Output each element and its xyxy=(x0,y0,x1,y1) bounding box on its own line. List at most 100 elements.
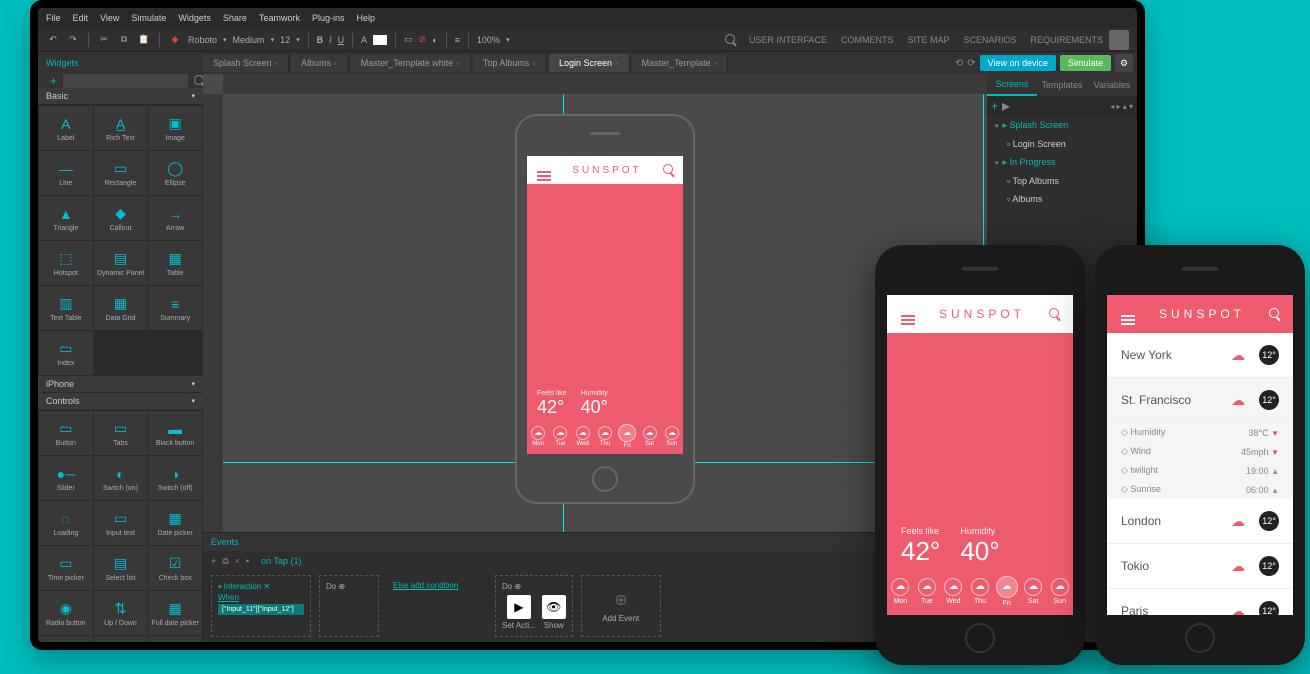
align-button[interactable]: ≡ xyxy=(455,35,460,45)
widget-rectangle[interactable]: ▭Rectangle xyxy=(94,151,148,195)
opacity-button[interactable]: ◐ xyxy=(432,35,437,45)
condition-chip[interactable]: ["Input_11"]["Input_12"] xyxy=(218,604,304,615)
widget-black-button[interactable]: ▬Black button xyxy=(148,411,202,455)
city-row[interactable]: St. Francisco☁12° xyxy=(1107,378,1293,423)
nav-scenarios[interactable]: SCENARIOS xyxy=(963,35,1016,45)
event-action[interactable]: ▶Set Acti... xyxy=(502,595,536,630)
cut-icon[interactable]: ✂ xyxy=(97,33,111,47)
menu-share[interactable]: Share xyxy=(223,13,247,23)
else-add-condition[interactable]: Else add condition xyxy=(387,575,487,637)
widget-rich-text[interactable]: A̲Rich Text xyxy=(94,106,148,150)
add-event-icon[interactable]: + xyxy=(211,556,216,566)
folder-icon[interactable]: ▸ xyxy=(1002,96,1010,116)
widget-tabs[interactable]: ▭Tabs xyxy=(94,411,148,455)
nav-icons[interactable]: ◂ ▸ ▴ ▾ xyxy=(1110,102,1133,111)
panel-tab-templates[interactable]: Templates xyxy=(1037,74,1087,96)
search-icon[interactable] xyxy=(1049,305,1059,323)
nav-user-interface[interactable]: USER INTERFACE xyxy=(749,35,827,45)
widget-new-app-icon[interactable]: ●New app icon xyxy=(39,636,93,642)
widget-hotspot[interactable]: ⬚Hotspot xyxy=(39,241,93,285)
menu-plug-ins[interactable]: Plug-ins xyxy=(312,13,345,23)
interaction-label[interactable]: Interaction xyxy=(224,582,261,591)
no-border-button[interactable]: ⊘ xyxy=(419,34,427,45)
device-frame[interactable]: SUNSPOT Feels like42° Humidity40° ☁Mon☁T… xyxy=(515,114,695,504)
canvas-tab[interactable]: Master_Template white × xyxy=(351,54,471,72)
widget-input-text[interactable]: ▭Input text xyxy=(94,501,148,545)
widget-dynamic-panel[interactable]: ▤Dynamic Panel xyxy=(94,241,148,285)
widget-button[interactable]: ▭Button xyxy=(39,411,93,455)
redo-icon[interactable]: ↷ xyxy=(66,33,80,47)
canvas-tab[interactable]: Master_Template × xyxy=(632,54,729,72)
when-label[interactable]: When xyxy=(218,593,304,602)
tree-screen[interactable]: ▫ Top Albums xyxy=(987,172,1137,190)
menu-view[interactable]: View xyxy=(100,13,119,23)
forecast-day[interactable]: ☁Fri xyxy=(616,418,638,454)
event-trigger-tab[interactable]: on Tap (1) xyxy=(255,554,307,568)
canvas-tab[interactable]: Albums × xyxy=(291,54,349,72)
widget-context-menu[interactable]: ⊞Context menu xyxy=(94,636,148,642)
hamburger-icon[interactable] xyxy=(537,160,551,181)
canvas-tab[interactable]: Login Screen × xyxy=(549,54,630,72)
widget-label[interactable]: ALabel xyxy=(39,106,93,150)
widget-summary[interactable]: ≡Summary xyxy=(148,286,202,330)
forecast-day[interactable]: ☁Sat xyxy=(1020,567,1047,615)
size-select[interactable]: 12 xyxy=(280,35,290,45)
zoom-value[interactable]: 100% xyxy=(477,35,500,45)
menu-edit[interactable]: Edit xyxy=(73,13,89,23)
view-on-device-button[interactable]: View on device xyxy=(980,55,1056,71)
widget-map-pin[interactable]: 📍Map pin xyxy=(148,636,202,642)
city-row[interactable]: Tokio☁12° xyxy=(1107,544,1293,589)
tree-folder[interactable]: ▾ ▸ In Progress xyxy=(987,153,1137,172)
search-icon[interactable] xyxy=(725,34,735,46)
widget-loading[interactable]: ◌Loading xyxy=(39,501,93,545)
event-action[interactable]: 👁Show xyxy=(542,595,566,630)
hamburger-icon[interactable] xyxy=(901,304,915,325)
widget-check-box[interactable]: ☑Check box xyxy=(148,546,202,590)
widget-text-table[interactable]: ▥Text Table xyxy=(39,286,93,330)
fill-color-button[interactable] xyxy=(373,35,387,45)
italic-button[interactable]: I xyxy=(329,35,332,45)
user-avatar[interactable] xyxy=(1109,30,1129,50)
search-icon[interactable] xyxy=(663,163,673,177)
panel-tab-screens[interactable]: Screens xyxy=(987,74,1037,96)
widget-triangle[interactable]: ▲Triangle xyxy=(39,196,93,240)
widget-up-down[interactable]: ⇅Up / Down xyxy=(94,591,148,635)
weight-select[interactable]: Medium xyxy=(233,35,265,45)
add-widget-icon[interactable]: + xyxy=(50,74,57,88)
city-row[interactable]: Paris☁12° xyxy=(1107,589,1293,615)
text-color-button[interactable]: A xyxy=(361,35,367,45)
widget-date-picker[interactable]: ▦Date picker xyxy=(148,501,202,545)
widget-slider[interactable]: ●─Slider xyxy=(39,456,93,500)
forecast-day[interactable]: ☁Sun xyxy=(1046,567,1073,615)
menu-teamwork[interactable]: Teamwork xyxy=(259,13,300,23)
forecast-day[interactable]: ☁Sun xyxy=(661,418,683,454)
widget-time-picker[interactable]: ▭Time picker xyxy=(39,546,93,590)
design-canvas[interactable]: SUNSPOT Feels like42° Humidity40° ☁Mon☁T… xyxy=(527,156,683,454)
widget-search-input[interactable] xyxy=(63,74,188,88)
nav-site-map[interactable]: SITE MAP xyxy=(907,35,949,45)
widget-index[interactable]: ▭Index xyxy=(39,331,93,375)
settings-button[interactable]: ⚙ xyxy=(1115,54,1133,72)
widget-image[interactable]: ▣Image xyxy=(148,106,202,150)
panel-tab-variables[interactable]: Variables xyxy=(1087,74,1137,96)
forecast-day[interactable]: ☁Mon xyxy=(527,418,549,454)
menu-widgets[interactable]: Widgets xyxy=(178,13,211,23)
delete-event-icon[interactable]: × xyxy=(235,556,240,566)
nav-fwd-icon[interactable]: ⟳ xyxy=(967,58,975,69)
menu-file[interactable]: File xyxy=(46,13,61,23)
add-event-label[interactable]: Add Event xyxy=(602,614,639,623)
menu-simulate[interactable]: Simulate xyxy=(131,13,166,23)
forecast-day[interactable]: ☁Thu xyxy=(594,418,616,454)
widget-callout[interactable]: ◆Callout xyxy=(94,196,148,240)
add-screen-icon[interactable]: + xyxy=(991,99,998,113)
simulate-button[interactable]: Simulate xyxy=(1060,55,1111,71)
bold-button[interactable]: B xyxy=(317,35,324,45)
copy-icon[interactable]: ⧉ xyxy=(117,33,131,47)
nav-comments[interactable]: COMMENTS xyxy=(841,35,894,45)
border-button[interactable]: ▭ xyxy=(404,34,413,45)
nav-back-icon[interactable]: ⟲ xyxy=(955,58,963,69)
search-icon[interactable] xyxy=(194,75,203,88)
city-row[interactable]: New York☁12° xyxy=(1107,333,1293,378)
forecast-day[interactable]: ☁Tue xyxy=(914,567,941,615)
forecast-day[interactable]: ☁Thu xyxy=(967,567,994,615)
